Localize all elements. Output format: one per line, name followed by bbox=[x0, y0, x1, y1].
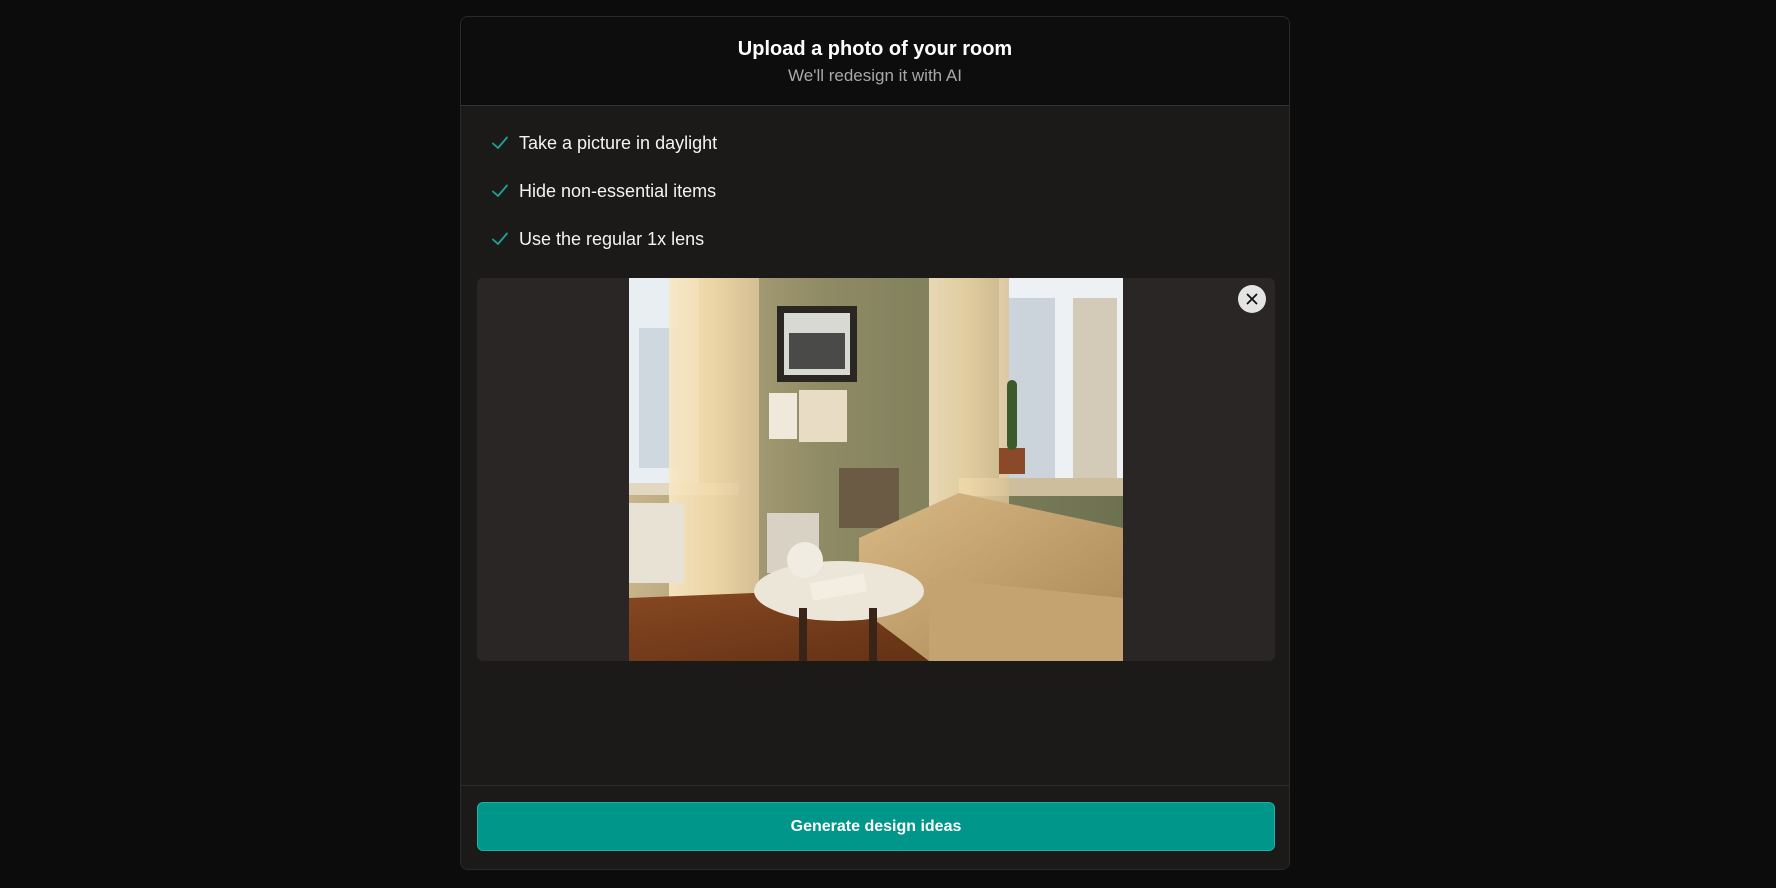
tip-label: Use the regular 1x lens bbox=[519, 228, 705, 249]
tip-item: Hide non-essential items bbox=[491, 167, 717, 215]
tip-label: Take a picture in daylight bbox=[519, 132, 718, 153]
check-icon bbox=[492, 184, 508, 197]
image-preview bbox=[477, 278, 1275, 661]
check-icon bbox=[492, 232, 508, 245]
tip-label: Hide non-essential items bbox=[519, 180, 717, 201]
page-subtitle: We'll redesign it with AI bbox=[788, 66, 962, 85]
check-icon bbox=[492, 136, 508, 149]
generate-design-ideas-button[interactable]: Generate design ideas bbox=[477, 802, 1275, 851]
tip-item: Use the regular 1x lens bbox=[491, 215, 717, 263]
page-title: Upload a photo of your room bbox=[737, 38, 1013, 60]
upload-panel: Upload a photo of your room We'll redesi… bbox=[460, 16, 1290, 870]
tips-list: Take a picture in daylight Hide non-esse… bbox=[491, 119, 717, 263]
close-icon bbox=[1246, 293, 1258, 305]
panel-footer: Generate design ideas bbox=[461, 785, 1289, 869]
room-photo bbox=[629, 278, 1123, 661]
tip-item: Take a picture in daylight bbox=[491, 119, 717, 167]
panel-header: Upload a photo of your room We'll redesi… bbox=[461, 17, 1289, 106]
remove-photo-button[interactable] bbox=[1238, 285, 1266, 313]
